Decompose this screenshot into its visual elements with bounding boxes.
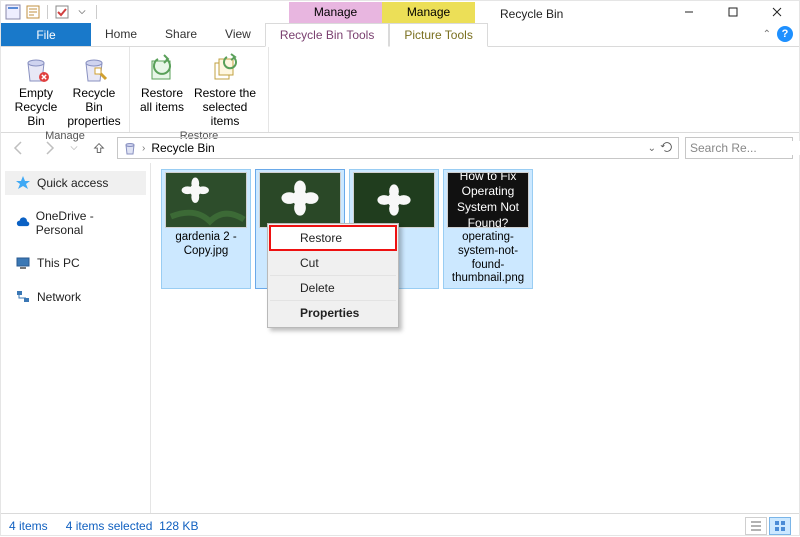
file-item[interactable]: gardenia 2 - Copy.jpg: [161, 169, 251, 289]
thumb-text: How to Fix Operating System Not Found?: [454, 172, 522, 228]
menu-item-cut[interactable]: Cut: [270, 250, 396, 275]
restore-all-button[interactable]: Restore all items: [138, 51, 186, 128]
star-icon: [15, 175, 31, 191]
sidebar-item-this-pc[interactable]: This PC: [5, 251, 146, 275]
restore-selected-button[interactable]: Restore the selected items: [190, 51, 260, 128]
tab-home[interactable]: Home: [91, 23, 151, 46]
separator: [47, 5, 48, 19]
main-area: Quick access OneDrive - Personal This PC…: [1, 163, 799, 513]
properties-icon[interactable]: [25, 4, 41, 20]
cloud-icon: [15, 215, 30, 231]
restore-selected-icon: [209, 53, 241, 85]
thumbnails-view-button[interactable]: [769, 517, 791, 535]
qat-dropdown-icon[interactable]: [74, 4, 90, 20]
sidebar-item-network[interactable]: Network: [5, 285, 146, 309]
menu-item-delete[interactable]: Delete: [270, 275, 396, 300]
restore-all-icon: [146, 53, 178, 85]
breadcrumb-box[interactable]: › Recycle Bin ⌄: [117, 137, 679, 159]
file-label: gardenia 2 - Copy.jpg: [164, 231, 248, 259]
details-view-button[interactable]: [745, 517, 767, 535]
window-controls: [667, 1, 799, 23]
ribbon-help-area: ⌃ ?: [763, 26, 793, 42]
file-item[interactable]: How to Fix Operating System Not Found? o…: [443, 169, 533, 289]
search-box[interactable]: [685, 137, 793, 159]
recent-dropdown-icon[interactable]: [67, 136, 81, 160]
sidebar-item-quick-access[interactable]: Quick access: [5, 171, 146, 195]
tab-view[interactable]: View: [211, 23, 265, 46]
back-button[interactable]: [7, 136, 31, 160]
button-label: Restore all items: [140, 87, 184, 115]
status-selection: 4 items selected 128 KB: [66, 519, 199, 533]
tab-file[interactable]: File: [1, 23, 91, 46]
contextual-tab-headers: Manage Manage: [289, 2, 475, 23]
thumbnail: [259, 172, 341, 228]
file-items: gardenia 2 - Copy.jpg How to Fix Operati…: [161, 169, 789, 289]
file-label: operating-system-not-found-thumbnail.png: [446, 231, 530, 286]
app-icon: [5, 4, 21, 20]
ribbon-tab-strip: File Home Share View Recycle Bin Tools P…: [1, 23, 799, 47]
button-label: Recycle Bin properties: [67, 87, 121, 128]
sidebar-item-label: This PC: [37, 256, 80, 270]
refresh-icon[interactable]: [660, 140, 674, 157]
recycle-bin-properties-button[interactable]: Recycle Bin properties: [67, 51, 121, 128]
checkbox-icon[interactable]: [54, 4, 70, 20]
thumbnail: [353, 172, 435, 228]
content-pane[interactable]: gardenia 2 - Copy.jpg How to Fix Operati…: [151, 163, 799, 513]
ribbon-body: Empty Recycle Bin Recycle Bin properties…: [1, 47, 799, 133]
breadcrumb[interactable]: Recycle Bin: [149, 141, 216, 155]
menu-item-properties[interactable]: Properties: [270, 300, 396, 325]
up-button[interactable]: [87, 136, 111, 160]
menu-item-restore[interactable]: Restore: [270, 226, 396, 250]
contextual-header-recyclebin: Manage: [289, 2, 382, 23]
recycle-bin-properties-icon: [78, 53, 110, 85]
chevron-right-icon[interactable]: ›: [142, 143, 145, 154]
minimize-button[interactable]: [667, 1, 711, 23]
title-bar: Manage Manage Recycle Bin: [1, 1, 799, 23]
search-input[interactable]: [690, 141, 800, 155]
sidebar-item-label: Network: [37, 290, 81, 304]
contextual-header-picture: Manage: [382, 2, 475, 23]
maximize-button[interactable]: [711, 1, 755, 23]
close-button[interactable]: [755, 1, 799, 23]
address-bar: › Recycle Bin ⌄: [1, 133, 799, 163]
empty-recycle-bin-button[interactable]: Empty Recycle Bin: [9, 51, 63, 128]
sidebar-item-label: OneDrive - Personal: [36, 209, 136, 237]
navigation-pane: Quick access OneDrive - Personal This PC…: [1, 163, 151, 513]
window-title: Recycle Bin: [500, 4, 667, 21]
quick-access-toolbar: [1, 4, 99, 20]
collapse-ribbon-icon[interactable]: ⌃: [763, 29, 771, 40]
tab-share[interactable]: Share: [151, 23, 211, 46]
forward-button[interactable]: [37, 136, 61, 160]
recycle-bin-icon: [122, 140, 138, 156]
status-item-count: 4 items: [9, 519, 48, 533]
network-icon: [15, 289, 31, 305]
separator: [96, 5, 97, 19]
help-icon[interactable]: ?: [777, 26, 793, 42]
button-label: Empty Recycle Bin: [9, 87, 63, 128]
thumbnail: How to Fix Operating System Not Found?: [447, 172, 529, 228]
pc-icon: [15, 255, 31, 271]
button-label: Restore the selected items: [190, 87, 260, 128]
address-dropdown-icon[interactable]: ⌄: [648, 143, 656, 154]
ribbon-group-manage: Empty Recycle Bin Recycle Bin properties…: [1, 47, 130, 132]
sidebar-item-onedrive[interactable]: OneDrive - Personal: [5, 205, 146, 241]
thumbnail: [165, 172, 247, 228]
context-menu: Restore Cut Delete Properties: [267, 223, 399, 328]
status-bar: 4 items 4 items selected 128 KB: [1, 513, 799, 537]
sidebar-item-label: Quick access: [37, 176, 108, 190]
recycle-bin-empty-icon: [20, 53, 52, 85]
tab-recycle-bin-tools[interactable]: Recycle Bin Tools: [265, 23, 390, 47]
view-switcher: [745, 517, 791, 535]
tab-picture-tools[interactable]: Picture Tools: [389, 23, 487, 47]
ribbon-group-restore: Restore all items Restore the selected i…: [130, 47, 269, 132]
